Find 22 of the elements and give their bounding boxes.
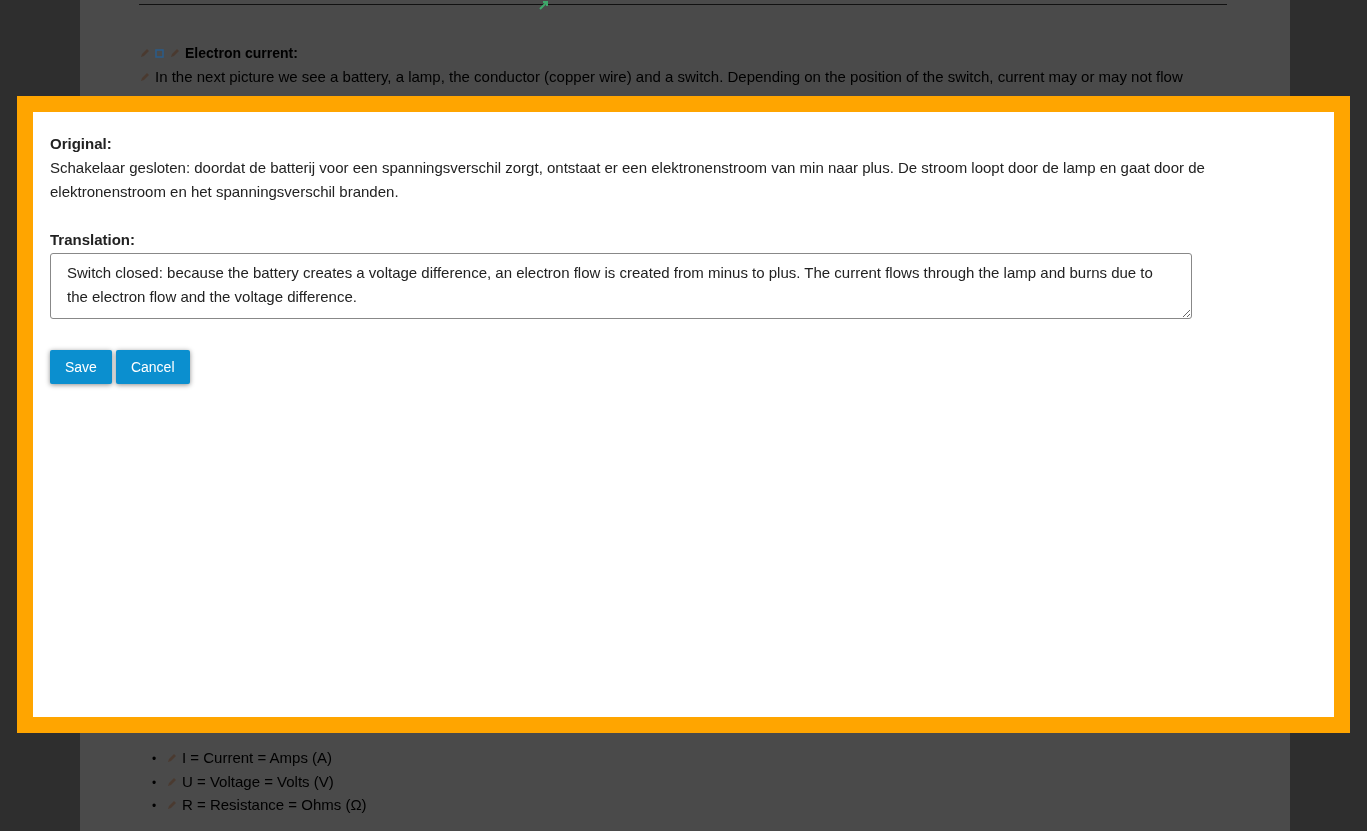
cancel-button[interactable]: Cancel: [115, 350, 190, 384]
pencil-icon[interactable]: [169, 47, 181, 59]
pencil-icon[interactable]: [166, 775, 178, 788]
square-icon[interactable]: [155, 48, 164, 58]
arrow-icon[interactable]: [539, 0, 549, 10]
save-button[interactable]: Save: [50, 350, 112, 384]
list-item-text: U = Voltage = Volts (V): [182, 772, 334, 790]
paragraph-text: In the next picture we see a battery, a lamp, the conductor (copper wire) and a switch. Depending on the position of the switch, current may or may not flow: [155, 68, 1183, 85]
pencil-icon[interactable]: [139, 71, 151, 83]
section-heading: Electron current:: [185, 44, 298, 63]
bullet: •: [152, 751, 158, 768]
list-item-text: R = Resistance = Ohms (Ω): [182, 796, 367, 813]
bullet: •: [152, 798, 158, 815]
translation-field[interactable]: Switch closed: because the battery creates a voltage difference, an electron flow is created from minus to plus. The current flows through the lamp and burns due to the electron flow and the voltage difference.: [50, 253, 1192, 319]
pencil-icon[interactable]: [139, 47, 151, 59]
bullet: •: [152, 774, 158, 792]
list-item-text: I = Current = Amps (A): [182, 749, 333, 766]
original-text: Schakelaar gesloten: doordat de batterij voor een spanningsverschil zorgt, ontstaat er een elektronenstroom van min naar plus. De stroom loopt door de lamp en gaat door de elektronenstroom en het spanningsverschil branden.: [50, 158, 1206, 202]
original-label: Original:: [50, 134, 113, 154]
pencil-icon[interactable]: [166, 752, 178, 764]
pencil-icon[interactable]: [166, 799, 178, 811]
translation-label: Translation:: [50, 230, 136, 250]
